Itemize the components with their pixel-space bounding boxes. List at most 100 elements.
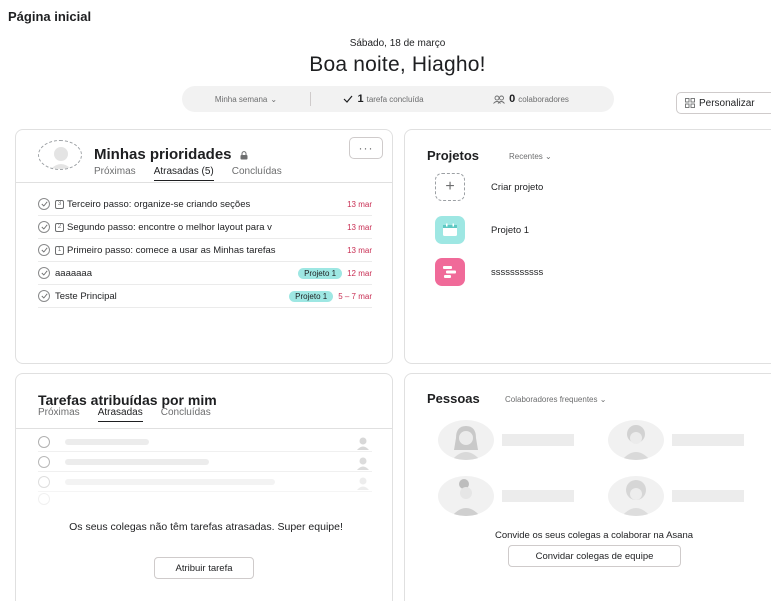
- invite-teammates-button[interactable]: Convidar colegas de equipe: [508, 545, 681, 567]
- chevron-down-icon: ⌄: [599, 395, 607, 404]
- projects-filter-label: Recentes: [509, 152, 543, 161]
- create-project-label: Criar projeto: [491, 181, 544, 193]
- check-circle-icon[interactable]: [38, 290, 50, 302]
- project-item[interactable]: sssssssssss: [435, 258, 543, 286]
- greeting: Boa noite, Hiagho!: [309, 53, 486, 76]
- check-circle-icon[interactable]: [38, 267, 50, 279]
- projects-card: Projetos Recentes ⌄ + Criar projeto Proj…: [404, 129, 771, 364]
- week-dropdown[interactable]: Minha semana ⌄: [182, 86, 310, 112]
- completed-tasks-stat: 1 tarefa concluída: [311, 86, 456, 112]
- lock-icon: [240, 150, 248, 160]
- check-circle-icon[interactable]: [38, 221, 50, 233]
- tasks-label: tarefa concluída: [366, 94, 424, 104]
- person-avatar-icon: [438, 476, 494, 516]
- priorities-task-list: 3 Terceiro passo: organize-se criando seç…: [38, 193, 372, 308]
- people-card: Pessoas Colaboradores frequentes ⌄ Convi…: [404, 373, 771, 601]
- due-date: 5 – 7 mar: [338, 291, 372, 301]
- person-placeholder: [608, 420, 744, 460]
- task-row[interactable]: 1 Primeiro passo: comece a usar as Minhas…: [38, 239, 372, 262]
- task-name: Teste Principal: [55, 290, 117, 302]
- task-row[interactable]: Teste Principal Projeto 1 5 – 7 mar: [38, 285, 372, 308]
- priorities-tab[interactable]: Próximas: [94, 166, 136, 181]
- person-avatar-icon: [438, 420, 494, 460]
- people-filter-dropdown[interactable]: Colaboradores frequentes ⌄: [505, 395, 606, 404]
- task-row[interactable]: aaaaaaa Projeto 1 12 mar: [38, 262, 372, 285]
- placeholder-bar: [672, 434, 744, 446]
- collab-label: colaboradores: [518, 94, 569, 104]
- priorities-tab[interactable]: Atrasadas (5): [153, 166, 214, 181]
- grid-icon: [685, 98, 695, 108]
- check-icon: [344, 95, 353, 103]
- avatar[interactable]: [38, 140, 82, 170]
- check-circle-icon[interactable]: [38, 244, 50, 256]
- assign-task-button[interactable]: Atribuir tarefa: [154, 557, 254, 579]
- assigned-tasks-card: Tarefas atribuídas por mim Próximas Atras…: [15, 373, 393, 601]
- tabs-divider: [16, 428, 392, 429]
- placeholder-avatar-icon: [357, 457, 369, 470]
- placeholder-bar: [65, 439, 149, 445]
- project-name: sssssssssss: [491, 266, 544, 278]
- person-placeholder: [438, 420, 574, 460]
- task-name: Primeiro passo: comece a usar as Minhas …: [67, 244, 276, 256]
- task-row[interactable]: 2 Segundo passo: encontre o melhor layout…: [38, 216, 372, 239]
- placeholder-bar: [65, 479, 275, 485]
- priorities-card: Minhas prioridades ··· Próximas Atrasadas…: [15, 129, 393, 364]
- people-filter-label: Colaboradores frequentes: [505, 395, 598, 404]
- project-name: Projeto 1: [491, 224, 530, 236]
- page-title: Página inicial: [8, 9, 92, 24]
- placeholder-avatar-icon: [357, 477, 369, 490]
- task-row[interactable]: 3 Terceiro passo: organize-se criando seç…: [38, 193, 372, 216]
- timeline-icon: [435, 258, 465, 286]
- placeholder-bar: [502, 490, 574, 502]
- chevron-down-icon: ⌄: [270, 94, 278, 104]
- projects-filter-dropdown[interactable]: Recentes ⌄: [509, 152, 552, 161]
- project-item[interactable]: Projeto 1: [435, 216, 529, 244]
- user-avatar-icon: [50, 147, 72, 169]
- check-circle-icon: [38, 476, 50, 488]
- person-placeholder: [438, 476, 574, 516]
- collaborators-stat: 0 colaboradores: [456, 86, 606, 112]
- check-circle-icon: [38, 456, 50, 468]
- chevron-down-icon: ⌄: [545, 152, 552, 161]
- tasks-count: 1: [357, 93, 364, 105]
- tabs-divider: [16, 182, 392, 183]
- priorities-tab[interactable]: Concluídas: [232, 166, 282, 181]
- placeholder-bar: [502, 434, 574, 446]
- subtask-number-icon: 3: [55, 199, 64, 209]
- subtask-number-icon: 2: [55, 222, 64, 232]
- people-title: Pessoas: [427, 391, 480, 406]
- week-label: Minha semana: [214, 94, 268, 104]
- person-avatar-icon: [608, 420, 664, 460]
- placeholder-avatar-icon: [357, 437, 369, 450]
- placeholder-row: [38, 433, 372, 452]
- project-tag[interactable]: Projeto 1: [289, 290, 334, 302]
- due-date: 12 mar: [347, 268, 372, 278]
- collab-count: 0: [509, 93, 516, 105]
- header-date: Sábado, 18 de março: [349, 38, 446, 49]
- project-tag[interactable]: Projeto 1: [298, 267, 343, 279]
- check-circle-icon[interactable]: [38, 198, 50, 210]
- calendar-icon: [435, 216, 465, 244]
- assigned-tab[interactable]: Concluídas: [161, 407, 211, 422]
- task-name: Segundo passo: encontre o melhor layout …: [67, 221, 272, 233]
- due-date: 13 mar: [347, 199, 372, 209]
- stats-bar: Minha semana ⌄ 1 tarefa concluída 0 cola…: [182, 86, 614, 112]
- create-project-button[interactable]: + Criar projeto: [435, 173, 543, 201]
- assigned-tab[interactable]: Atrasadas: [97, 407, 143, 422]
- subtask-number-icon: 1: [55, 245, 64, 255]
- placeholder-bar: [672, 490, 744, 502]
- assigned-tabs: Próximas Atrasadas Concluídas: [38, 407, 229, 422]
- placeholder-bar: [65, 459, 209, 465]
- placeholder-row: [38, 493, 372, 505]
- due-date: 13 mar: [347, 222, 372, 232]
- empty-state-message: Os seus colegas não têm tarefas atrasada…: [69, 521, 343, 533]
- priorities-title-text: Minhas prioridades: [94, 146, 232, 163]
- person-placeholder: [608, 476, 744, 516]
- person-avatar-icon: [608, 476, 664, 516]
- plus-icon: +: [435, 173, 465, 201]
- more-options-button[interactable]: ···: [349, 137, 383, 159]
- priorities-title: Minhas prioridades: [94, 146, 248, 163]
- assigned-tab[interactable]: Próximas: [38, 407, 80, 422]
- personalize-button[interactable]: Personalizar: [676, 92, 771, 114]
- placeholder-row: [38, 473, 372, 492]
